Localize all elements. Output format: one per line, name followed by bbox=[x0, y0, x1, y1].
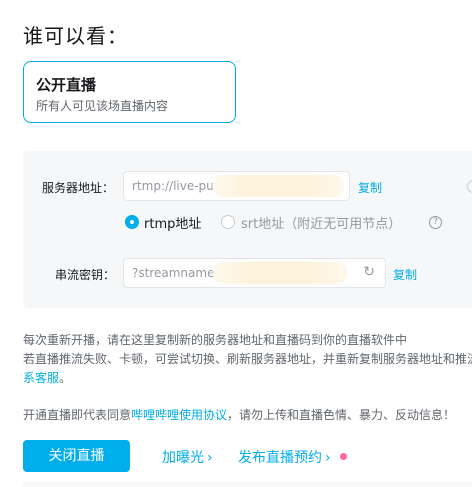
publish-schedule-label: 发布直播预约 bbox=[238, 450, 322, 466]
notice-line-3-end: 。 bbox=[59, 371, 72, 385]
notice-line-1: 每次重新开播，请在这里复制新的服务器地址和直播码到你的直播软件中 bbox=[23, 333, 408, 347]
info-icon[interactable]: i bbox=[467, 180, 472, 193]
notification-dot bbox=[340, 453, 347, 460]
publish-schedule-link[interactable]: 发布直播预约 › bbox=[238, 447, 331, 467]
stream-key-value: ?streamname bbox=[132, 266, 215, 280]
srt-radio[interactable] bbox=[221, 215, 235, 229]
rtmp-radio-label[interactable]: rtmp地址 bbox=[144, 213, 201, 232]
visibility-option-title: 公开直播 bbox=[36, 76, 97, 94]
refresh-icon[interactable]: ↻ bbox=[363, 264, 375, 280]
server-address-field[interactable]: rtmp://live-pu bbox=[123, 171, 350, 201]
boost-exposure-label: 加曝光 bbox=[162, 450, 204, 466]
visibility-option-description: 所有人可见该场直播内容 bbox=[36, 99, 169, 113]
rtmp-radio[interactable] bbox=[125, 215, 139, 229]
redaction-mask bbox=[212, 262, 348, 284]
notice-line-2: 若直播推流失败、卡顿，可尝试切换、刷新服务器地址，并重新复制服务器地址和推流 bbox=[23, 352, 472, 366]
chevron-right-icon: › bbox=[325, 450, 331, 466]
copy-stream-key-button[interactable]: 复制 bbox=[393, 266, 417, 283]
agreement-suffix: ，请勿上传和直播色情、暴力、反动信息！ bbox=[227, 408, 456, 422]
notice-line-3: 系客服。 bbox=[23, 369, 71, 386]
server-address-label: 服务器地址： bbox=[42, 181, 115, 195]
redaction-mask bbox=[212, 175, 344, 197]
agreement-notice: 开通直播即代表同意哔哩哔哩使用协议，请勿上传和直播色情、暴力、反动信息！ bbox=[23, 406, 455, 423]
chevron-right-icon: › bbox=[207, 450, 213, 466]
agreement-prefix: 开通直播即代表同意 bbox=[23, 408, 132, 422]
stream-key-field[interactable]: ?streamname ↻ bbox=[123, 258, 386, 288]
copy-server-button[interactable]: 复制 bbox=[358, 179, 382, 196]
srt-radio-label[interactable]: srt地址（附近无可用节点） bbox=[241, 213, 401, 232]
user-agreement-link[interactable]: 哔哩哔哩使用协议 bbox=[131, 408, 227, 422]
contact-support-link[interactable]: 系客服 bbox=[23, 371, 59, 385]
page-title: 谁可以看： bbox=[23, 24, 128, 48]
close-live-button[interactable]: 关闭直播 bbox=[23, 440, 130, 472]
stream-key-label: 串流密钥： bbox=[55, 268, 116, 282]
visibility-option-public[interactable]: 公开直播 所有人可见该场直播内容 bbox=[23, 61, 236, 123]
server-address-value: rtmp://live-pu bbox=[132, 179, 214, 193]
next-panel-edge bbox=[23, 482, 472, 487]
stream-settings-panel: 服务器地址： rtmp://live-pu 复制 i rtmp地址 srt地址（… bbox=[23, 151, 472, 308]
boost-exposure-link[interactable]: 加曝光 › bbox=[162, 447, 213, 467]
question-circle-icon[interactable]: ? bbox=[429, 216, 442, 229]
